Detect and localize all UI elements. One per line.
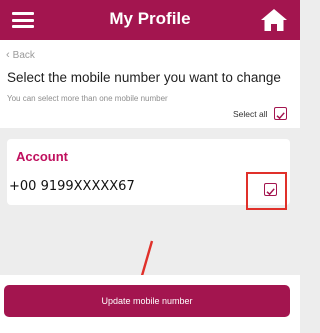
chevron-left-icon: ‹ <box>6 49 10 61</box>
update-mobile-number-button[interactable]: Update mobile number <box>4 285 290 317</box>
account-title: Account <box>16 149 68 164</box>
check-icon <box>266 188 275 196</box>
back-label: Back <box>12 50 35 61</box>
home-icon[interactable] <box>260 7 288 33</box>
select-all-label: Select all <box>233 109 268 119</box>
app-header: My Profile <box>0 0 300 40</box>
select-all-checkbox[interactable] <box>274 107 287 120</box>
check-icon <box>276 112 285 120</box>
page-heading: Select the mobile number you want to cha… <box>7 70 281 85</box>
mobile-number-checkbox[interactable] <box>264 183 277 196</box>
mobile-number: +00 9199XXXXX67 <box>9 179 135 194</box>
back-link[interactable]: ‹ Back <box>6 49 35 61</box>
page-subtitle: You can select more than one mobile numb… <box>7 94 168 103</box>
page-title: My Profile <box>109 9 191 28</box>
